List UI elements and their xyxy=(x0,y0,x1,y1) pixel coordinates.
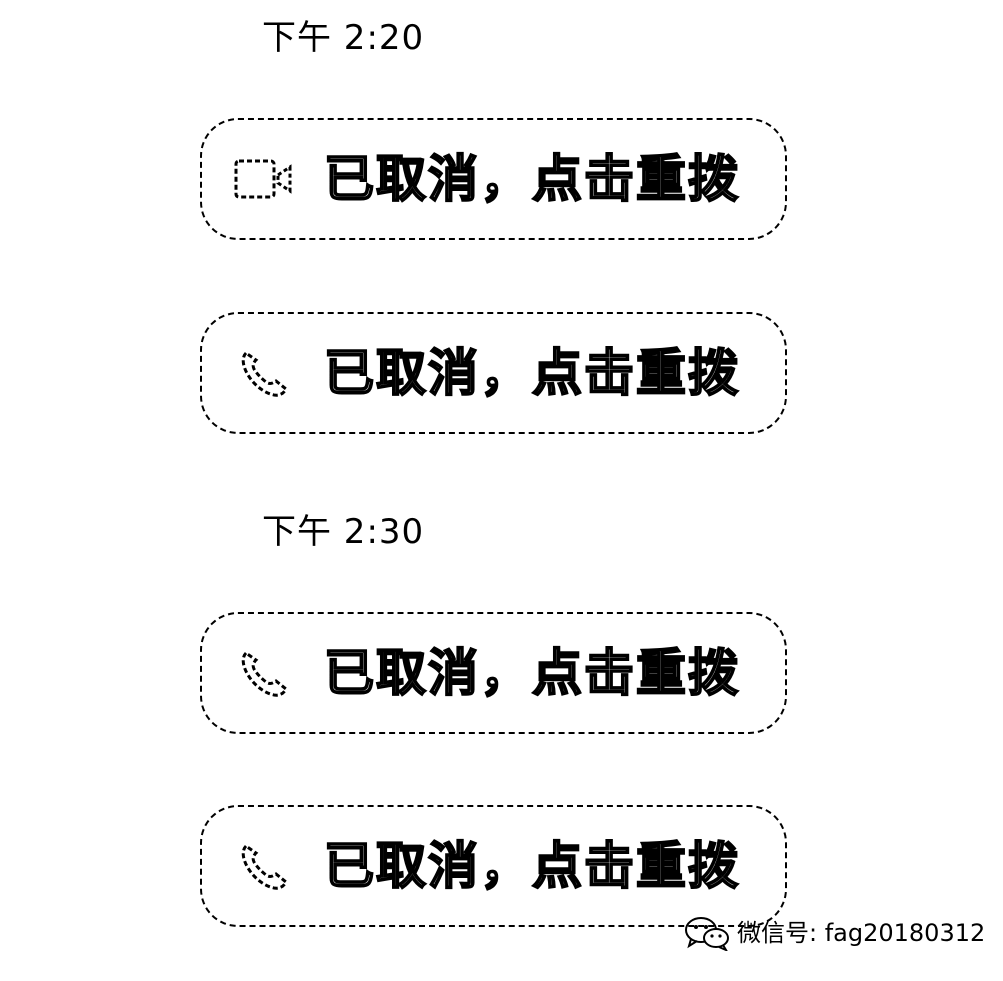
call-record-bubble[interactable]: 已取消，点击重拨 xyxy=(200,118,787,240)
call-record-bubble[interactable]: 已取消，点击重拨 xyxy=(200,312,787,434)
call-record-bubble[interactable]: 已取消，点击重拨 xyxy=(200,612,787,734)
wechat-icon xyxy=(683,915,731,953)
phone-icon xyxy=(232,641,296,705)
phone-icon xyxy=(232,341,296,405)
call-status-text: 已取消，点击重拨 xyxy=(323,643,740,703)
timestamp: 下午 2:20 xyxy=(262,18,425,58)
watermark-text: 微信号: fag20180312 xyxy=(737,919,986,947)
watermark: 微信号: fag20180312 xyxy=(683,915,986,953)
timestamp: 下午 2:30 xyxy=(262,512,425,552)
phone-icon xyxy=(232,834,296,898)
video-call-icon xyxy=(232,147,296,211)
call-status-text: 已取消，点击重拨 xyxy=(323,836,740,896)
call-status-text: 已取消，点击重拨 xyxy=(323,343,740,403)
call-record-bubble[interactable]: 已取消，点击重拨 xyxy=(200,805,787,927)
call-status-text: 已取消，点击重拨 xyxy=(323,149,740,209)
